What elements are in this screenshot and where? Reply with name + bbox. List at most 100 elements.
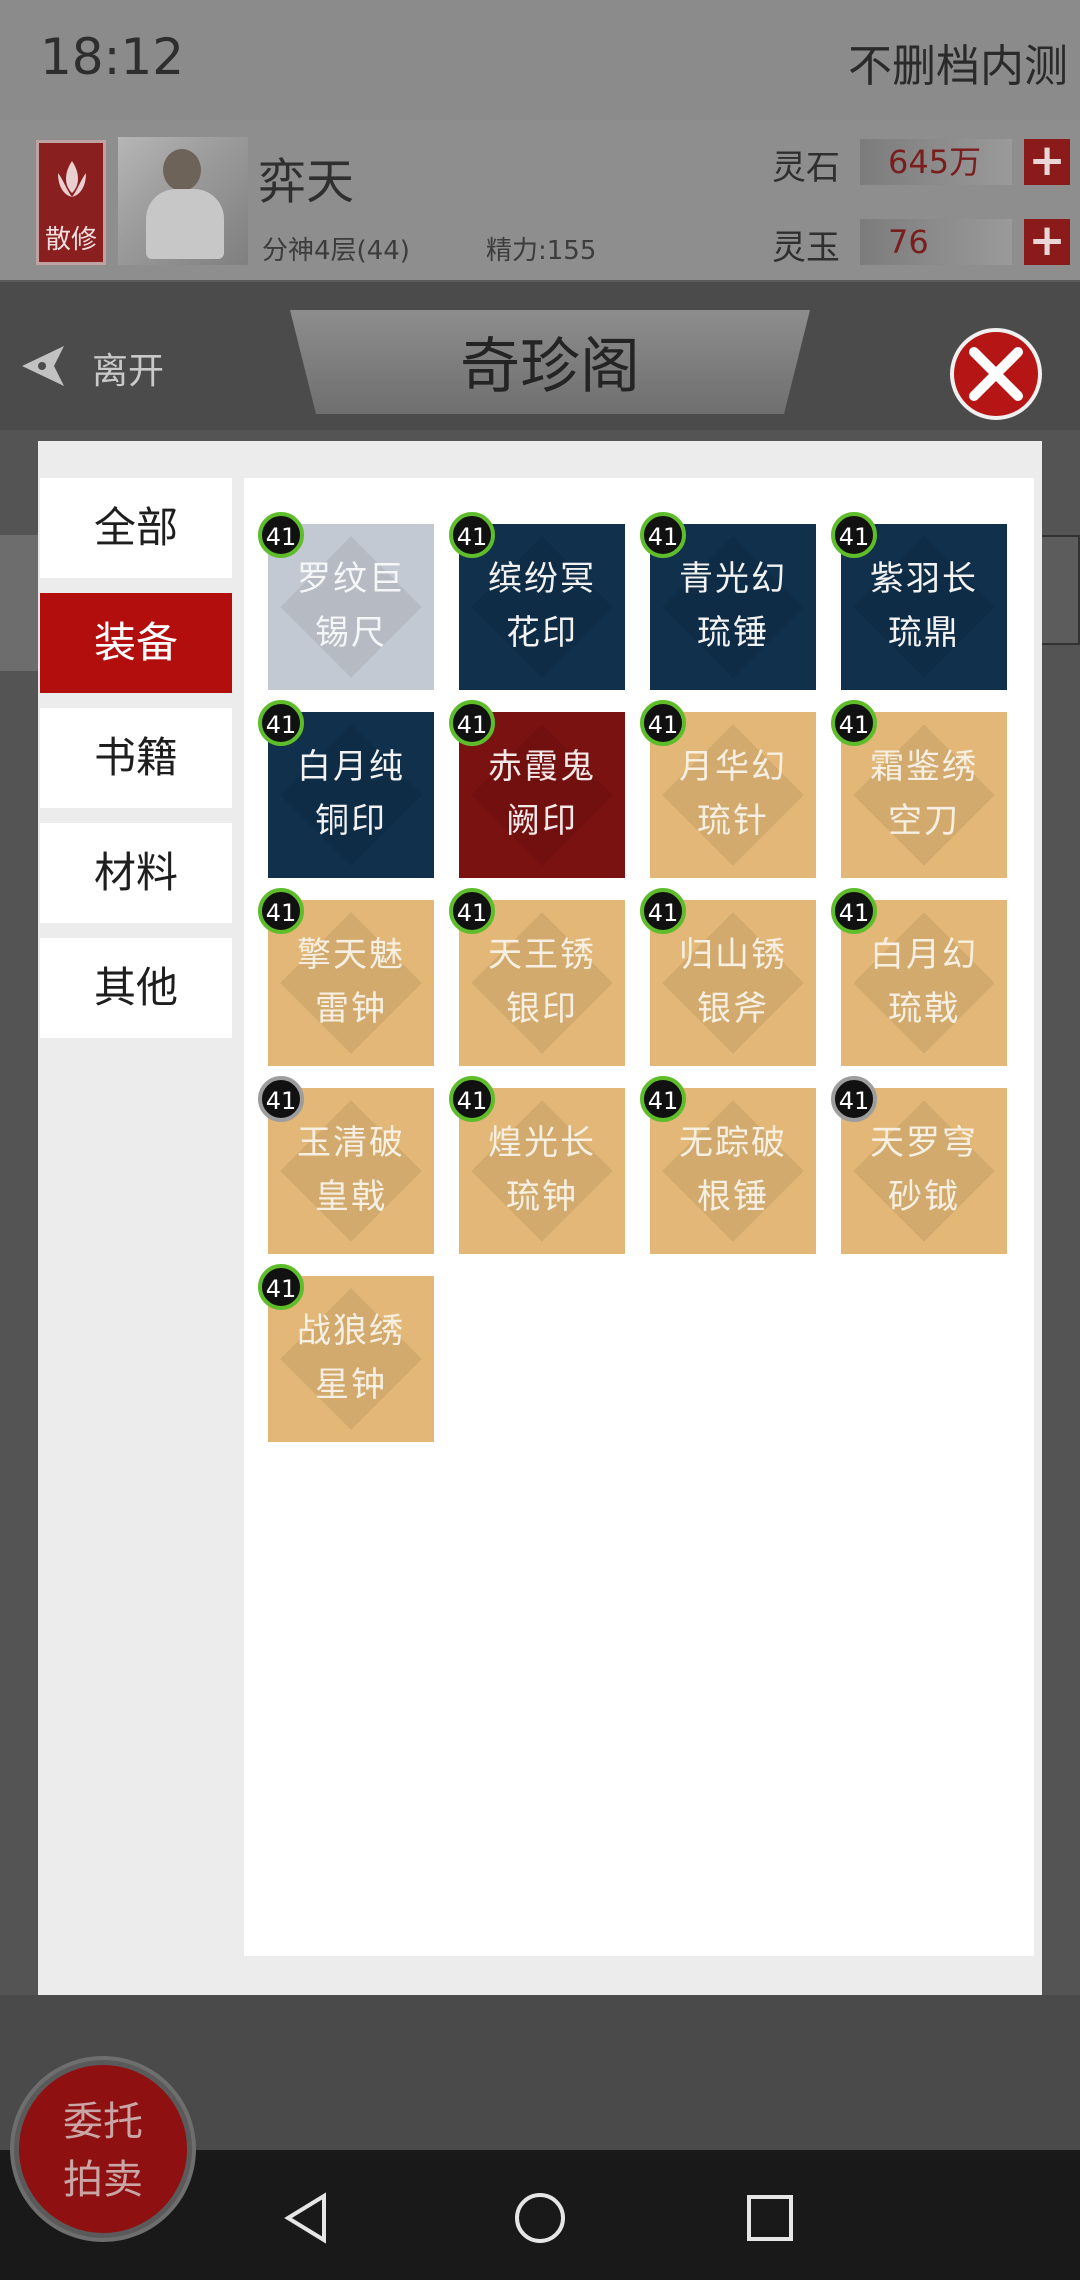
auction-label-line2: 拍卖 [63, 2157, 143, 2203]
item-level-badge: 41 [449, 888, 495, 934]
item-level-badge: 41 [258, 1076, 304, 1122]
item-name-line2: 铜印 [315, 801, 387, 841]
tab-other[interactable]: 其他 [40, 938, 232, 1038]
server-label: 不删档内测 [848, 41, 1068, 92]
back-arrow-icon [22, 346, 64, 386]
spirit-stone-label: 灵石 [772, 148, 840, 188]
tab-all[interactable]: 全部 [40, 478, 232, 578]
item-name-line2: 空刀 [888, 801, 960, 841]
item-level-badge: 41 [258, 512, 304, 558]
item-name-line1: 青光幻 [679, 559, 787, 599]
item-name: 擎天魅 雷钟 [268, 928, 434, 1036]
auction-label-line1: 委托 [63, 2099, 143, 2145]
item-name-line1: 霜鉴绣 [870, 747, 978, 787]
item-name-line2: 琉戟 [888, 989, 960, 1029]
item-name-line1: 天王锈 [488, 935, 596, 975]
item-name-line1: 缤纷冥 [488, 559, 596, 599]
background-tab [0, 535, 40, 671]
item-level-badge: 41 [640, 700, 686, 746]
consign-auction-button[interactable]: 委托 拍卖 [14, 2060, 192, 2238]
tab-equipment[interactable]: 装备 [40, 593, 232, 693]
item-level-badge: 41 [831, 512, 877, 558]
tab-books[interactable]: 书籍 [40, 708, 232, 808]
item-name-line1: 白月纯 [297, 747, 405, 787]
clock: 18:12 [40, 28, 185, 86]
item-name-line2: 皇戟 [315, 1177, 387, 1217]
item-level-badge: 41 [258, 888, 304, 934]
item-level-badge: 41 [831, 888, 877, 934]
item-name-line1: 玉清破 [297, 1123, 405, 1163]
spirit-stone-value: 645万 [860, 139, 1012, 185]
item-name-line1: 罗纹巨 [297, 559, 405, 599]
item-name: 白月幻 琉戟 [841, 928, 1007, 1036]
tab-materials[interactable]: 材料 [40, 823, 232, 923]
item-name-line1: 战狼绣 [297, 1311, 405, 1351]
item-name-line1: 归山锈 [679, 935, 787, 975]
item-name: 缤纷冥 花印 [459, 552, 625, 660]
item-name-line2: 银斧 [697, 989, 769, 1029]
item-name: 天罗穹 砂钺 [841, 1116, 1007, 1224]
item-level-badge: 41 [258, 1264, 304, 1310]
item-level-badge: 41 [449, 512, 495, 558]
leave-label: 离开 [92, 351, 165, 392]
item-name: 罗纹巨 锡尺 [268, 552, 434, 660]
page-title: 奇珍阁 [460, 332, 640, 402]
item-name-line2: 根锤 [697, 1177, 769, 1217]
item-name-line2: 琉鼎 [888, 613, 960, 653]
item-level-badge: 41 [640, 1076, 686, 1122]
add-spirit-jade-button[interactable]: + [1024, 219, 1070, 265]
add-spirit-stone-button[interactable]: + [1024, 139, 1070, 185]
item-name-line2: 银印 [506, 989, 578, 1029]
spirit-jade-label: 灵玉 [772, 228, 840, 268]
item-name-line2: 星钟 [315, 1365, 387, 1405]
item-name-line1: 无踪破 [679, 1123, 787, 1163]
item-name-line2: 琉锤 [697, 613, 769, 653]
character-name: 弈天 [258, 154, 355, 210]
close-icon [969, 347, 1023, 401]
sect-badge[interactable]: 散修 [36, 140, 106, 265]
sect-label: 散修 [44, 225, 97, 255]
item-name-line1: 赤霞鬼 [488, 747, 596, 787]
item-name-line1: 天罗穹 [870, 1123, 978, 1163]
spirit-jade-value: 76 [860, 219, 1012, 265]
avatar[interactable] [118, 137, 248, 265]
item-name: 紫羽长 琉鼎 [841, 552, 1007, 660]
realm-level: 分神4层(44) [262, 236, 410, 266]
energy-value: 精力:155 [486, 236, 597, 266]
item-name: 战狼绣 星钟 [268, 1304, 434, 1412]
item-name: 玉清破 皇戟 [268, 1116, 434, 1224]
home-icon[interactable] [512, 2190, 568, 2246]
recents-icon[interactable] [742, 2190, 798, 2246]
item-name-line2: 琉钟 [506, 1177, 578, 1217]
item-level-badge: 41 [640, 888, 686, 934]
close-button[interactable] [950, 328, 1042, 420]
item-level-badge: 41 [640, 512, 686, 558]
item-name: 白月纯 铜印 [268, 740, 434, 848]
item-level-badge: 41 [831, 700, 877, 746]
item-level-badge: 41 [449, 1076, 495, 1122]
item-name: 月华幻 琉针 [650, 740, 816, 848]
item-level-badge: 41 [258, 700, 304, 746]
item-name-line2: 琉针 [697, 801, 769, 841]
leave-button[interactable]: 离开 [20, 338, 200, 398]
item-name: 青光幻 琉锤 [650, 552, 816, 660]
lotus-icon [58, 161, 86, 197]
back-icon[interactable] [280, 2190, 336, 2246]
item-name: 煌光长 琉钟 [459, 1116, 625, 1224]
item-name-line1: 煌光长 [488, 1123, 596, 1163]
item-name: 赤霞鬼 阙印 [459, 740, 625, 848]
item-name-line1: 擎天魅 [297, 935, 405, 975]
item-name-line1: 白月幻 [870, 935, 978, 975]
item-name: 归山锈 银斧 [650, 928, 816, 1036]
item-level-badge: 41 [449, 700, 495, 746]
item-name: 天王锈 银印 [459, 928, 625, 1036]
item-name: 无踪破 根锤 [650, 1116, 816, 1224]
item-name-line1: 月华幻 [679, 747, 787, 787]
item-name-line2: 砂钺 [888, 1177, 960, 1217]
item-name-line2: 花印 [506, 613, 578, 653]
item-level-badge: 41 [831, 1076, 877, 1122]
item-name-line2: 锡尺 [315, 613, 387, 653]
background-box [1040, 535, 1080, 645]
item-name-line2: 雷钟 [315, 989, 387, 1029]
item-name-line2: 阙印 [506, 801, 578, 841]
